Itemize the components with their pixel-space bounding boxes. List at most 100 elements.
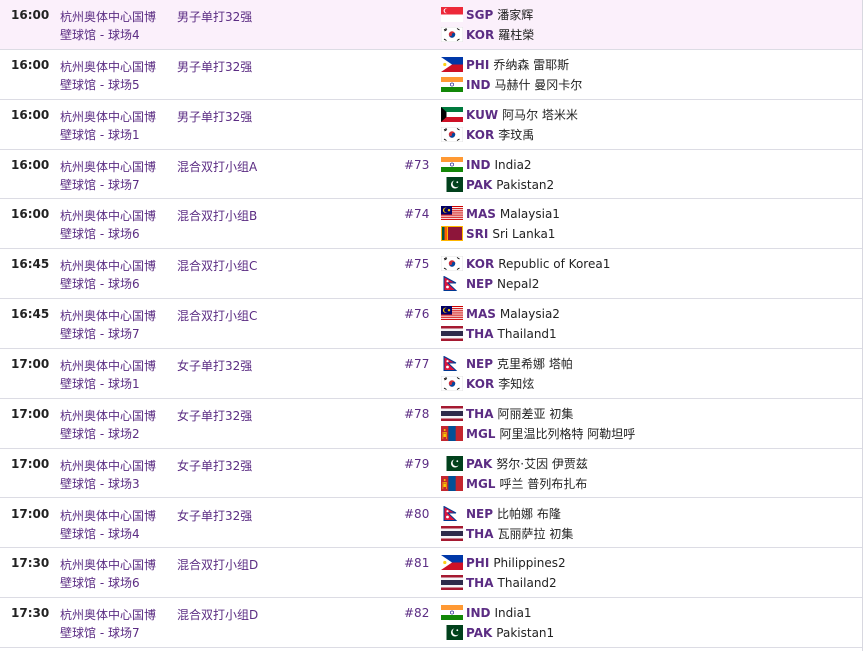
venue-court[interactable]: 壁球馆 - 球场6 bbox=[60, 275, 156, 293]
match-number[interactable]: #77 bbox=[404, 357, 429, 371]
competitor-name[interactable]: Pakistan2 bbox=[496, 178, 554, 192]
match-row[interactable]: 17:30 杭州奥体中心国博 壁球馆 - 球场6 混合双打小组D #81 PHI Phili… bbox=[0, 548, 862, 599]
competitor-bottom[interactable]: PAK Pakistan1 bbox=[441, 624, 554, 642]
competitor-top[interactable]: MAS Malaysia2 bbox=[441, 305, 560, 323]
event-name[interactable]: 女子单打32强 bbox=[177, 457, 252, 474]
match-number[interactable]: #82 bbox=[404, 606, 429, 620]
match-row[interactable]: 17:00 杭州奥体中心国博 壁球馆 - 球场2 女子单打32强 #78 THA 阿丽差亚 … bbox=[0, 399, 862, 449]
competitor-name[interactable]: 乔纳森 雷耶斯 bbox=[493, 58, 569, 72]
competitor-top[interactable]: SGP 潘家辉 bbox=[441, 6, 533, 24]
venue-name[interactable]: 杭州奥体中心国博 bbox=[60, 357, 156, 375]
event-name[interactable]: 混合双打小组C bbox=[177, 257, 257, 274]
competitor-top[interactable]: PHI 乔纳森 雷耶斯 bbox=[441, 56, 569, 74]
match-row[interactable]: 17:30 杭州奥体中心国博 壁球馆 - 球场7 混合双打小组D #82 IND India… bbox=[0, 598, 862, 649]
competitor-bottom[interactable]: THA 瓦丽萨拉 初集 bbox=[441, 525, 573, 543]
competitor-name[interactable]: 阿里温比列格特 阿勒坦呼 bbox=[499, 427, 635, 441]
match-venue[interactable]: 杭州奥体中心国博 壁球馆 - 球场1 bbox=[60, 357, 156, 393]
competitor-name[interactable]: 李玟禹 bbox=[498, 128, 534, 142]
venue-court[interactable]: 壁球馆 - 球场4 bbox=[60, 525, 156, 543]
venue-name[interactable]: 杭州奥体中心国博 bbox=[60, 207, 156, 225]
match-row[interactable]: 16:00 杭州奥体中心国博 壁球馆 - 球场7 混合双打小组A #73 IND India… bbox=[0, 150, 862, 200]
competitor-top[interactable]: KUW 阿马尔 塔米米 bbox=[441, 106, 578, 124]
match-venue[interactable]: 杭州奥体中心国博 壁球馆 - 球场7 bbox=[60, 606, 156, 642]
venue-court[interactable]: 壁球馆 - 球场1 bbox=[60, 375, 156, 393]
match-row[interactable]: 16:45 杭州奥体中心国博 壁球馆 - 球场7 混合双打小组C #76 MAS Malay… bbox=[0, 299, 862, 349]
match-number[interactable]: #80 bbox=[404, 507, 429, 521]
competitor-top[interactable]: IND India1 bbox=[441, 604, 532, 622]
match-venue[interactable]: 杭州奥体中心国博 壁球馆 - 球场5 bbox=[60, 58, 156, 94]
match-venue[interactable]: 杭州奥体中心国博 壁球馆 - 球场4 bbox=[60, 8, 156, 44]
match-venue[interactable]: 杭州奥体中心国博 壁球馆 - 球场6 bbox=[60, 207, 156, 243]
competitor-name[interactable]: India2 bbox=[494, 158, 531, 172]
match-venue[interactable]: 杭州奥体中心国博 壁球馆 - 球场1 bbox=[60, 108, 156, 144]
match-row[interactable]: 16:00 杭州奥体中心国博 壁球馆 - 球场1 男子单打32强 KUW 阿马尔 塔米米 K… bbox=[0, 100, 862, 150]
event-name[interactable]: 混合双打小组D bbox=[177, 606, 258, 623]
competitor-name[interactable]: 阿丽差亚 初集 bbox=[498, 407, 574, 421]
venue-court[interactable]: 壁球馆 - 球场7 bbox=[60, 325, 156, 343]
competitor-bottom[interactable]: MGL 呼兰 普列布扎布 bbox=[441, 475, 587, 493]
match-number[interactable]: #73 bbox=[404, 158, 429, 172]
competitor-top[interactable]: PAK 努尔·艾因 伊贾兹 bbox=[441, 455, 588, 473]
venue-name[interactable]: 杭州奥体中心国博 bbox=[60, 606, 156, 624]
event-name[interactable]: 女子单打32强 bbox=[177, 407, 252, 424]
competitor-name[interactable]: 李知炫 bbox=[498, 377, 534, 391]
event-name[interactable]: 男子单打32强 bbox=[177, 108, 252, 125]
venue-court[interactable]: 壁球馆 - 球场7 bbox=[60, 176, 156, 194]
match-row[interactable]: 17:00 杭州奥体中心国博 壁球馆 - 球场4 女子单打32强 #80 NEP 比帕娜 布… bbox=[0, 499, 862, 549]
competitor-top[interactable]: THA 阿丽差亚 初集 bbox=[441, 405, 573, 423]
competitor-name[interactable]: 瓦丽萨拉 初集 bbox=[498, 527, 574, 541]
competitor-name[interactable]: 潘家辉 bbox=[497, 8, 533, 22]
match-row[interactable]: 16:00 杭州奥体中心国博 壁球馆 - 球场5 男子单打32强 PHI 乔纳森 雷耶斯 I… bbox=[0, 50, 862, 100]
venue-name[interactable]: 杭州奥体中心国博 bbox=[60, 407, 156, 425]
competitor-bottom[interactable]: KOR 李玟禹 bbox=[441, 126, 534, 144]
match-venue[interactable]: 杭州奥体中心国博 壁球馆 - 球场6 bbox=[60, 556, 156, 592]
event-name[interactable]: 女子单打32强 bbox=[177, 507, 252, 524]
venue-name[interactable]: 杭州奥体中心国博 bbox=[60, 108, 156, 126]
match-number[interactable]: #81 bbox=[404, 556, 429, 570]
competitor-name[interactable]: Republic of Korea1 bbox=[498, 257, 610, 271]
venue-court[interactable]: 壁球馆 - 球场6 bbox=[60, 574, 156, 592]
venue-court[interactable]: 壁球馆 - 球场5 bbox=[60, 76, 156, 94]
competitor-name[interactable]: Nepal2 bbox=[497, 277, 539, 291]
match-venue[interactable]: 杭州奥体中心国博 壁球馆 - 球场6 bbox=[60, 257, 156, 293]
venue-court[interactable]: 壁球馆 - 球场6 bbox=[60, 225, 156, 243]
venue-name[interactable]: 杭州奥体中心国博 bbox=[60, 257, 156, 275]
competitor-name[interactable]: Philippines2 bbox=[493, 556, 565, 570]
competitor-name[interactable]: Malaysia2 bbox=[500, 307, 560, 321]
competitor-top[interactable]: PHI Philippines2 bbox=[441, 554, 566, 572]
venue-name[interactable]: 杭州奥体中心国博 bbox=[60, 158, 156, 176]
venue-name[interactable]: 杭州奥体中心国博 bbox=[60, 507, 156, 525]
venue-name[interactable]: 杭州奥体中心国博 bbox=[60, 8, 156, 26]
match-row[interactable]: 16:00 杭州奥体中心国博 壁球馆 - 球场4 男子单打32强 SGP 潘家辉 KOR 羅柱… bbox=[0, 0, 862, 50]
venue-name[interactable]: 杭州奥体中心国博 bbox=[60, 307, 156, 325]
competitor-bottom[interactable]: NEP Nepal2 bbox=[441, 275, 539, 293]
venue-name[interactable]: 杭州奥体中心国博 bbox=[60, 58, 156, 76]
venue-court[interactable]: 壁球馆 - 球场1 bbox=[60, 126, 156, 144]
competitor-name[interactable]: 努尔·艾因 伊贾兹 bbox=[496, 457, 588, 471]
venue-court[interactable]: 壁球馆 - 球场2 bbox=[60, 425, 156, 443]
event-name[interactable]: 混合双打小组D bbox=[177, 556, 258, 573]
match-number[interactable]: #79 bbox=[404, 457, 429, 471]
competitor-bottom[interactable]: THA Thailand2 bbox=[441, 574, 557, 592]
competitor-bottom[interactable]: IND 马赫什 曼冈卡尔 bbox=[441, 76, 582, 94]
competitor-top[interactable]: IND India2 bbox=[441, 156, 532, 174]
competitor-bottom[interactable]: PAK Pakistan2 bbox=[441, 176, 554, 194]
competitor-name[interactable]: Malaysia1 bbox=[500, 207, 560, 221]
competitor-bottom[interactable]: SRI Sri Lanka1 bbox=[441, 225, 555, 243]
event-name[interactable]: 女子单打32强 bbox=[177, 357, 252, 374]
match-row[interactable]: 17:00 杭州奥体中心国博 壁球馆 - 球场1 女子单打32强 #77 NEP 克里希娜 … bbox=[0, 349, 862, 399]
competitor-name[interactable]: 羅柱榮 bbox=[498, 28, 534, 42]
competitor-top[interactable]: NEP 克里希娜 塔帕 bbox=[441, 355, 573, 373]
match-venue[interactable]: 杭州奥体中心国博 壁球馆 - 球场7 bbox=[60, 307, 156, 343]
event-name[interactable]: 混合双打小组B bbox=[177, 207, 257, 224]
competitor-name[interactable]: Pakistan1 bbox=[496, 626, 554, 640]
venue-court[interactable]: 壁球馆 - 球场4 bbox=[60, 26, 156, 44]
event-name[interactable]: 男子单打32强 bbox=[177, 8, 252, 25]
match-row[interactable]: 17:00 杭州奥体中心国博 壁球馆 - 球场3 女子单打32强 #79 PAK 努尔·艾因… bbox=[0, 449, 862, 499]
event-name[interactable]: 混合双打小组C bbox=[177, 307, 257, 324]
competitor-top[interactable]: MAS Malaysia1 bbox=[441, 205, 560, 223]
match-row[interactable]: 16:45 杭州奥体中心国博 壁球馆 - 球场6 混合双打小组C #75 KOR Repub… bbox=[0, 249, 862, 300]
competitor-bottom[interactable]: MGL 阿里温比列格特 阿勒坦呼 bbox=[441, 425, 635, 443]
competitor-name[interactable]: 阿马尔 塔米米 bbox=[502, 108, 578, 122]
venue-name[interactable]: 杭州奥体中心国博 bbox=[60, 457, 156, 475]
